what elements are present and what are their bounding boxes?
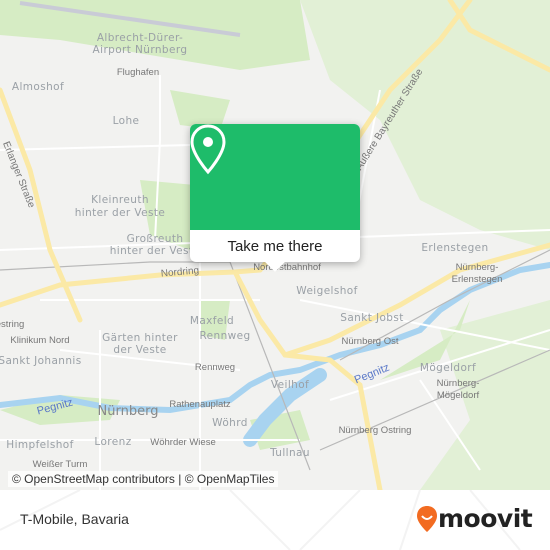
map-label-station: Nürnberg- (455, 262, 499, 273)
map-label-district: Lorenz (94, 436, 132, 448)
map-label-district: Kleinreuth (91, 194, 149, 206)
map-label-district: Großreuth (126, 233, 184, 245)
map-label-district: Airport Nürnberg (92, 44, 188, 56)
map-label-station: Nordostbahnhof (253, 262, 321, 273)
map-label-city: Nürnberg (97, 404, 159, 419)
map-label-station: Weißer Turm (32, 459, 88, 470)
map[interactable]: Albrecht-Dürer- Airport Nürnberg Flughafen… (0, 0, 550, 490)
map-label-district: Rennweg (199, 330, 251, 342)
map-label-station: Rathenauplatz (169, 399, 231, 410)
moovit-wordmark: moovit (438, 504, 533, 533)
map-label-district: Weigelshof (296, 285, 358, 297)
map-pin-icon (190, 124, 226, 175)
map-label-station: Erlenstegen (451, 274, 503, 285)
map-label-station: Mögeldorf (436, 390, 480, 401)
map-label-district: Maxfeld (189, 315, 235, 327)
map-label-station: Klinikum Nord (10, 335, 70, 346)
popup-header (190, 124, 360, 230)
map-label-district: Sankt Johannis (0, 355, 82, 367)
moovit-pin-icon (417, 505, 437, 532)
map-label-station: Nürnberg Ostring (338, 425, 412, 436)
map-label-station: estring (0, 319, 25, 330)
map-label-district: Himpfelshof (6, 439, 74, 451)
map-label-station: Nürnberg Ost (341, 336, 399, 347)
map-label-district: Wöhrd (212, 417, 248, 429)
map-attribution[interactable]: © OpenStreetMap contributors | © OpenMap… (8, 471, 279, 487)
map-label-district: der Veste (113, 344, 167, 356)
map-label-district: Mögeldorf (419, 362, 477, 374)
map-label-district: Albrecht-Dürer- (96, 32, 184, 44)
map-label-district: Sankt Jobst (340, 312, 404, 324)
map-label-station: Rennweg (194, 362, 236, 373)
take-me-there-popup[interactable]: Take me there (190, 124, 360, 272)
map-label-district: Veilhof (270, 379, 310, 391)
map-label-district: Tullnau (270, 447, 310, 459)
map-label-district: Gärten hinter (102, 332, 178, 344)
map-label-station: Nürnberg- (436, 378, 480, 389)
moovit-logo[interactable]: moovit (416, 504, 533, 533)
map-label-district: Almoshof (11, 81, 65, 93)
map-label-district: hinter der Veste (74, 207, 166, 219)
map-label-station: Flughafen (116, 67, 160, 78)
map-label-district: Lohe (112, 115, 140, 127)
map-label-district: Erlenstegen (421, 242, 489, 254)
map-label-station: Wöhrder Wiese (150, 437, 216, 448)
location-title: T-Mobile, Bavaria (20, 511, 129, 527)
map-label-district: hinter der Veste (109, 245, 201, 257)
